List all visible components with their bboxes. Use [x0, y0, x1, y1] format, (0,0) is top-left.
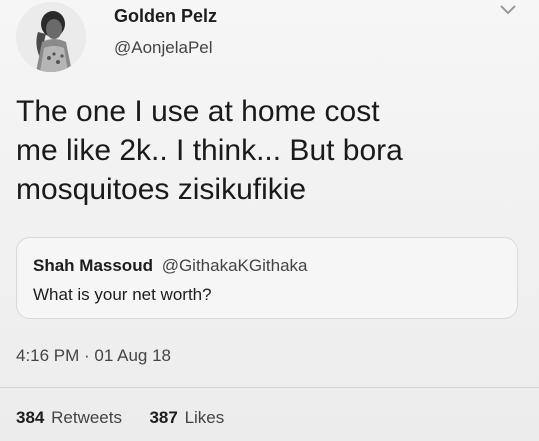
- avatar-photo-icon: [16, 2, 86, 72]
- quoted-author-name: Shah Massoud: [33, 256, 153, 275]
- chevron-down-icon[interactable]: [499, 4, 517, 16]
- author-name[interactable]: Golden Pelz: [114, 6, 217, 27]
- quoted-tweet[interactable]: Shah Massoud @GithakaKGithaka What is yo…: [16, 237, 518, 319]
- retweets-stat[interactable]: 384 Retweets: [16, 408, 127, 427]
- tweet-text-line: mosquitoes zisikufikie: [16, 173, 307, 206]
- tweet-timestamp[interactable]: 4:16 PM · 01 Aug 18: [16, 346, 171, 366]
- retweets-label: Retweets: [51, 408, 122, 427]
- tweet-text: The one I use at home cost me like 2k.. …: [16, 92, 516, 209]
- avatar[interactable]: [16, 2, 86, 72]
- divider: [0, 387, 539, 388]
- likes-label: Likes: [184, 408, 225, 427]
- tweet-text-line: me like 2k.. I think... But bora: [16, 134, 403, 167]
- author-handle[interactable]: @AonjelaPel: [114, 38, 213, 58]
- quoted-author-handle: @GithakaKGithaka: [161, 256, 308, 275]
- quoted-tweet-header: Shah Massoud @GithakaKGithaka: [33, 256, 307, 276]
- retweets-count: 384: [16, 408, 45, 427]
- tweet-text-line: The one I use at home cost: [16, 95, 380, 128]
- tweet-card: Golden Pelz @AonjelaPel The one I use at…: [0, 0, 539, 441]
- quoted-tweet-text: What is your net worth?: [33, 285, 212, 304]
- likes-stat[interactable]: 387 Likes: [149, 408, 224, 427]
- tweet-stats: 384 Retweets 387 Likes: [16, 408, 224, 428]
- likes-count: 387: [149, 408, 178, 427]
